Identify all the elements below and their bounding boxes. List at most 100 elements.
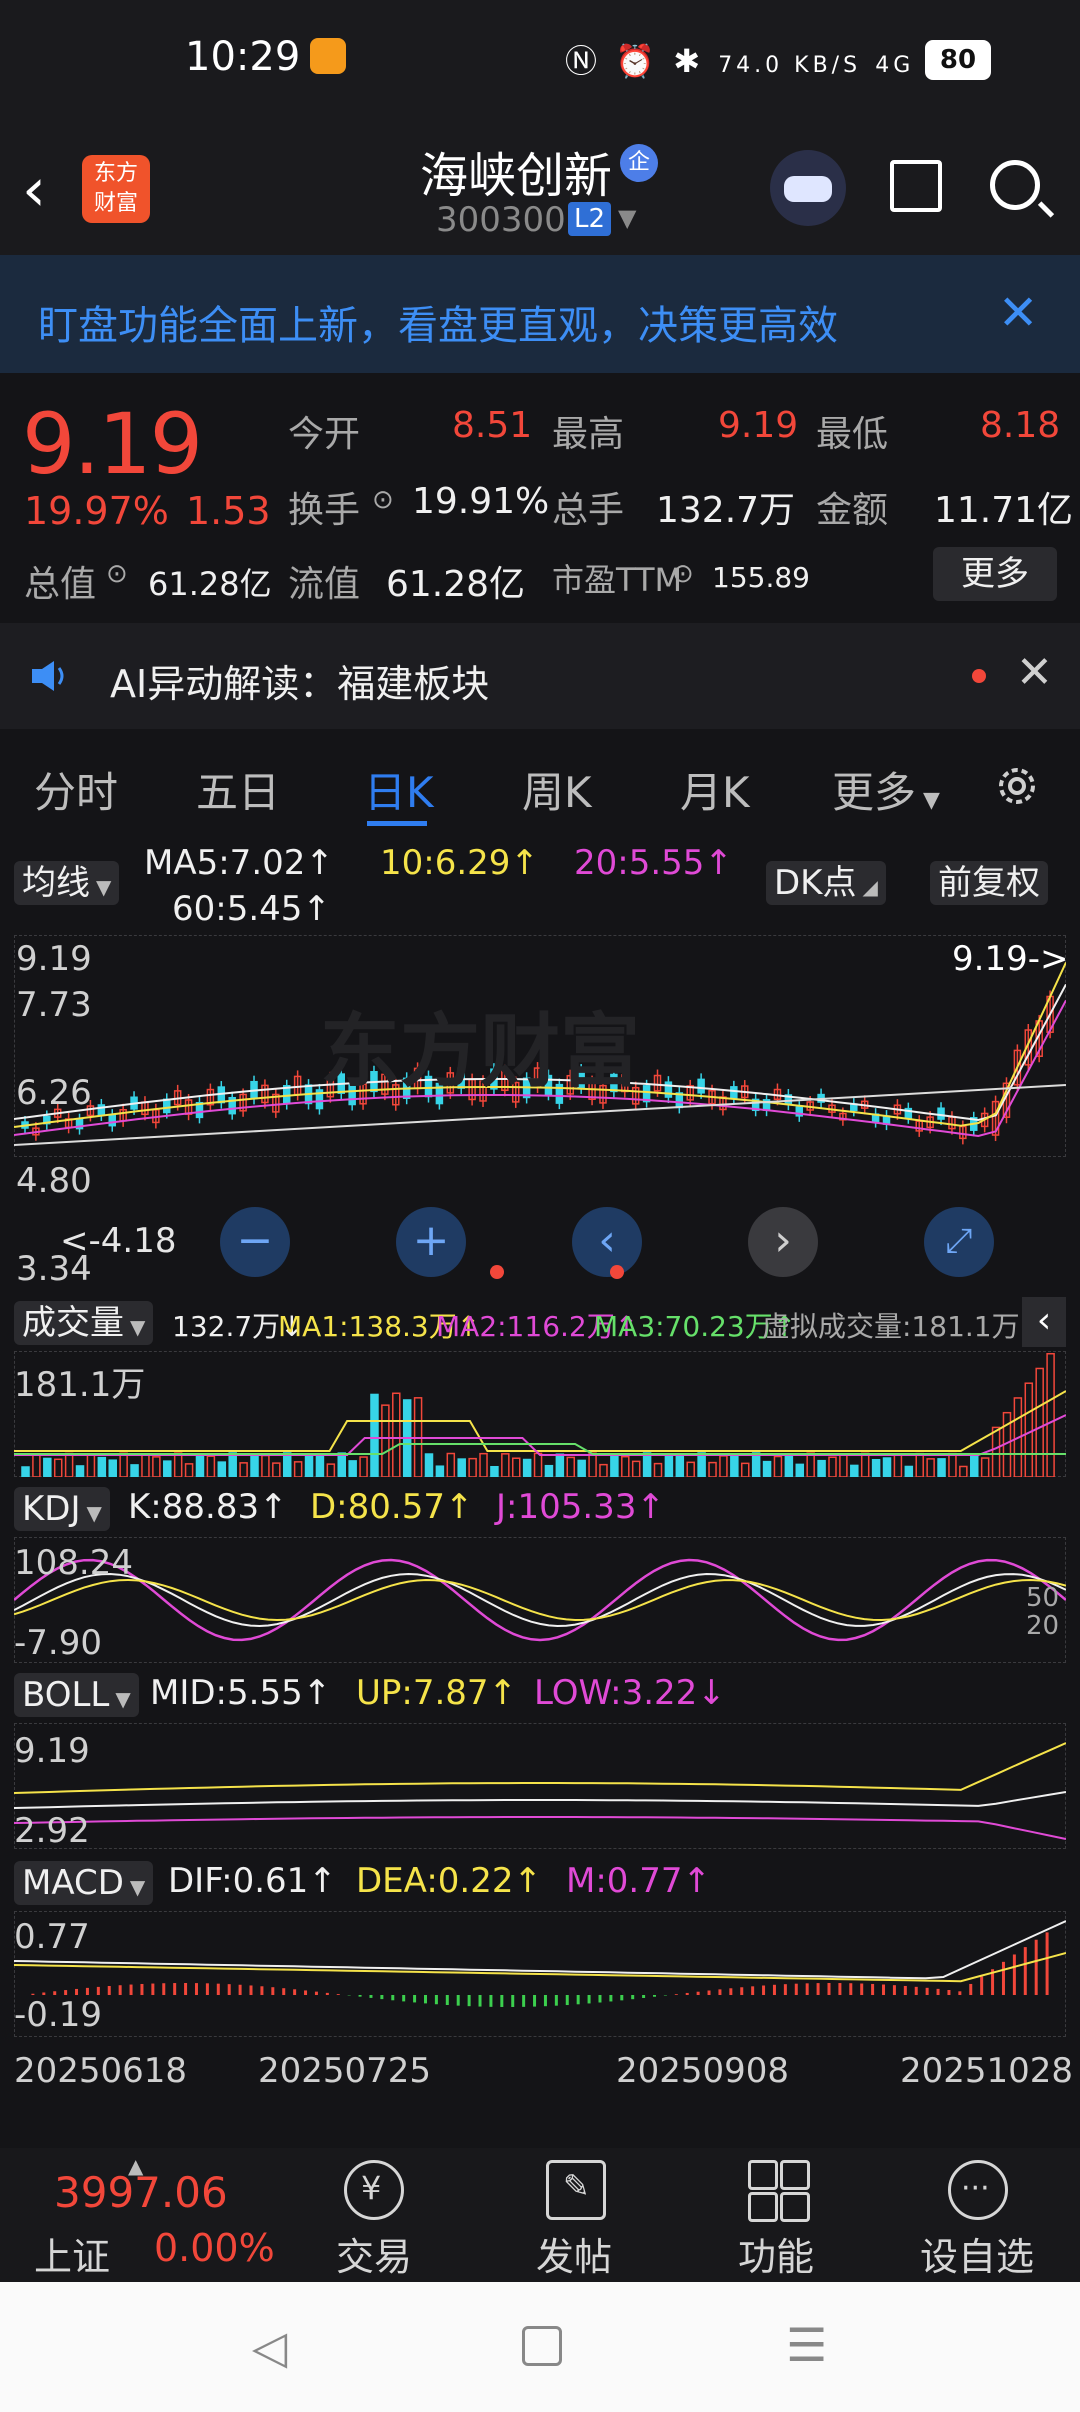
collapse-chevron-icon[interactable]: ‹ bbox=[1022, 1297, 1066, 1347]
volume-bar bbox=[304, 1455, 314, 1477]
kdj-y-top: 108.24 bbox=[14, 1543, 133, 1583]
search-icon[interactable] bbox=[990, 160, 1040, 210]
dk-label: DK点 bbox=[774, 863, 857, 903]
total-cap-value: 61.28亿 bbox=[148, 565, 272, 603]
boll-chart[interactable] bbox=[14, 1723, 1066, 1849]
adjust-button[interactable]: 前复权 bbox=[930, 861, 1048, 905]
kdj-chart[interactable] bbox=[14, 1537, 1066, 1663]
volume-bar bbox=[850, 1464, 859, 1477]
index-value[interactable]: 3997.06 bbox=[54, 2168, 228, 2217]
system-home-icon[interactable] bbox=[522, 2326, 562, 2366]
volume-bar bbox=[43, 1457, 52, 1477]
volume-chart[interactable] bbox=[14, 1351, 1066, 1477]
volume-select-button[interactable]: 成交量 ▼ bbox=[14, 1301, 154, 1345]
nav-post[interactable]: 发帖 bbox=[536, 2226, 612, 2281]
grid-icon[interactable] bbox=[748, 2160, 810, 2222]
info-icon[interactable]: ⊙ bbox=[372, 485, 394, 515]
volume-bar bbox=[882, 1457, 892, 1477]
boll-select-button[interactable]: BOLL ▼ bbox=[14, 1673, 139, 1717]
ai-robot-icon[interactable] bbox=[770, 150, 846, 226]
stock-name[interactable]: 海峡创新 bbox=[420, 136, 612, 206]
scroll-right-button[interactable]: › bbox=[748, 1207, 818, 1277]
tab-more-label: 更多 bbox=[832, 768, 917, 817]
fullscreen-icon[interactable]: ⤢ bbox=[924, 1207, 994, 1277]
zoom-in-button[interactable]: + bbox=[396, 1207, 466, 1277]
volume-bar bbox=[839, 1453, 848, 1477]
volume-bar bbox=[740, 1462, 750, 1477]
volume-bar bbox=[860, 1452, 870, 1477]
boll-up-line bbox=[14, 1742, 1066, 1794]
system-back-icon[interactable]: ◁ bbox=[252, 2320, 287, 2374]
tab-five-day[interactable]: 五日 bbox=[196, 759, 280, 820]
nav-add-watchlist[interactable]: 设自选 bbox=[920, 2226, 1034, 2281]
speaker-icon bbox=[32, 661, 64, 691]
macd-select-button[interactable]: MACD ▼ bbox=[14, 1861, 154, 1905]
gear-icon[interactable] bbox=[992, 761, 1042, 811]
open-label: 今开 bbox=[288, 414, 361, 455]
tab-intraday[interactable]: 分时 bbox=[34, 759, 118, 820]
change-amount: 1.53 bbox=[186, 489, 271, 533]
volume-bar bbox=[948, 1452, 957, 1477]
volume-bar bbox=[446, 1452, 456, 1477]
nav-functions[interactable]: 功能 bbox=[738, 2226, 814, 2281]
info-icon[interactable]: ⊙ bbox=[672, 559, 694, 589]
boll-y-bottom: 2.92 bbox=[14, 1811, 90, 1851]
dk-point-button[interactable]: DK点 ◢ bbox=[766, 861, 886, 905]
close-icon[interactable]: ✕ bbox=[1016, 647, 1053, 698]
ai-interpret-bar[interactable]: AI异动解读：福建板块 ✕ bbox=[0, 623, 1080, 729]
share-icon[interactable] bbox=[890, 160, 942, 212]
boll-low: LOW:3.22↓ bbox=[534, 1673, 726, 1713]
chart-area[interactable]: 均线 ▼ MA5:7.02↑ 10:6.29↑ 20:5.55↑ 60:5.45↑… bbox=[0, 837, 1080, 2137]
brand-logo[interactable]: 东方 财富 bbox=[82, 155, 150, 223]
stock-header: ‹ 东方 财富 海峡创新 企 300300 L2 ▼ bbox=[0, 120, 1080, 255]
volume-value: 132.7万 bbox=[656, 490, 796, 531]
battery-icon: 80 bbox=[925, 40, 991, 80]
promo-banner[interactable]: 盯盘功能全面上新，看盘更直观，决策更高效 ✕ bbox=[0, 255, 1080, 373]
period-tabs: 分时 五日 日K 周K 月K 更多 ▼ bbox=[0, 729, 1080, 837]
macd-chart[interactable] bbox=[14, 1911, 1066, 2037]
volume-bar bbox=[119, 1452, 128, 1477]
date-label: 20250618 bbox=[14, 2051, 188, 2091]
amount-label: 金额 bbox=[816, 490, 889, 531]
system-menu-icon[interactable]: ☰ bbox=[786, 2318, 827, 2372]
date-label: 20250725 bbox=[258, 2051, 432, 2091]
index-name: 上证 bbox=[34, 2235, 111, 2279]
low-price-tag: <-4.18 bbox=[60, 1221, 177, 1261]
stock-code: 300300 bbox=[436, 200, 566, 240]
tab-daily-k[interactable]: 日K bbox=[364, 759, 434, 820]
back-icon[interactable]: ‹ bbox=[22, 160, 46, 220]
ma-select-button[interactable]: 均线 ▼ bbox=[14, 861, 120, 905]
tab-monthly-k[interactable]: 月K bbox=[680, 759, 750, 820]
trade-icon[interactable]: ¥ bbox=[344, 2160, 404, 2220]
tab-more[interactable]: 更多 ▼ bbox=[832, 759, 940, 820]
more-button[interactable]: 更多 bbox=[933, 547, 1057, 601]
enterprise-badge: 企 bbox=[620, 144, 658, 182]
ma20-value: 20:5.55↑ bbox=[574, 843, 733, 883]
volume-bar bbox=[970, 1453, 979, 1477]
float-cap-value: 61.28亿 bbox=[386, 564, 526, 605]
volume-bar bbox=[1024, 1382, 1034, 1477]
level2-badge[interactable]: L2 bbox=[568, 202, 612, 236]
chevron-down-icon[interactable]: ▼ bbox=[618, 204, 636, 232]
kdj-select-button[interactable]: KDJ ▼ bbox=[14, 1487, 110, 1531]
change-percent: 19.97% bbox=[24, 489, 169, 533]
volume-bar bbox=[675, 1455, 685, 1477]
scroll-left-button[interactable]: ‹ bbox=[572, 1207, 642, 1277]
y-axis-label: 9.19 bbox=[16, 939, 92, 979]
more-dots-icon[interactable]: ··· bbox=[948, 2160, 1008, 2220]
volume-bar bbox=[282, 1452, 292, 1477]
zoom-out-button[interactable]: − bbox=[220, 1207, 290, 1277]
tab-weekly-k[interactable]: 周K bbox=[522, 759, 592, 820]
boll-up: UP:7.87↑ bbox=[356, 1673, 518, 1713]
volume-bar bbox=[97, 1456, 107, 1477]
event-marker[interactable] bbox=[610, 1265, 624, 1279]
post-icon[interactable]: ✎ bbox=[546, 2160, 606, 2220]
vol-ma2-line bbox=[14, 1414, 1066, 1456]
volume-bar bbox=[53, 1458, 63, 1477]
volume-bar bbox=[206, 1455, 216, 1477]
info-icon[interactable]: ⊙ bbox=[106, 559, 128, 589]
close-icon[interactable]: ✕ bbox=[998, 285, 1038, 341]
event-marker[interactable] bbox=[490, 1265, 504, 1279]
volume-bar bbox=[577, 1459, 586, 1477]
nav-trade[interactable]: 交易 bbox=[336, 2226, 412, 2281]
